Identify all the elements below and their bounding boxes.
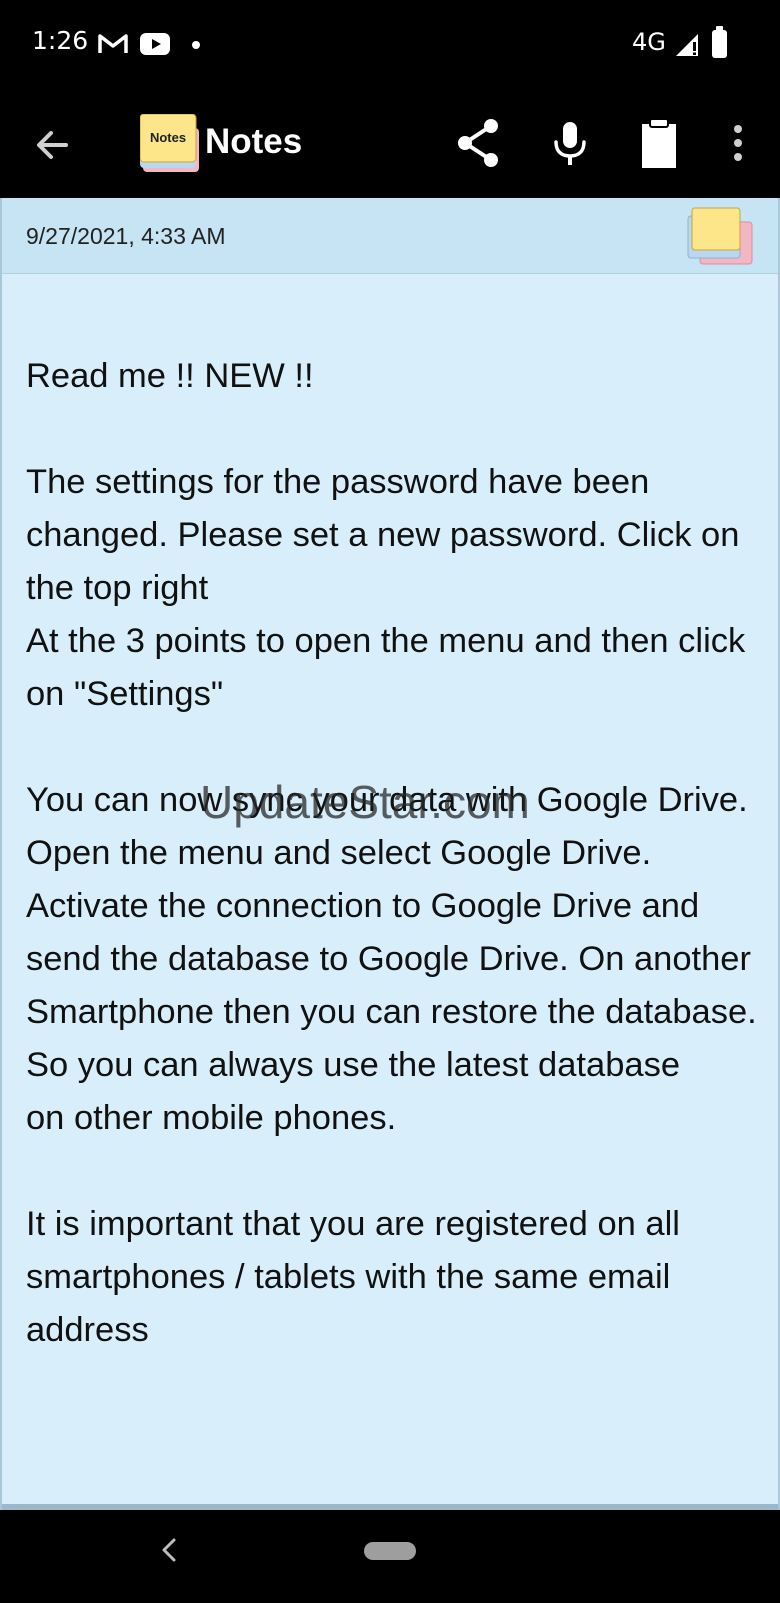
network-type: 4G bbox=[632, 28, 666, 56]
app-title: Notes bbox=[205, 122, 303, 161]
nav-home-pill[interactable] bbox=[364, 1542, 416, 1560]
nav-back-icon[interactable] bbox=[156, 1532, 182, 1568]
note-color-icon[interactable] bbox=[682, 206, 756, 268]
more-vert-icon[interactable] bbox=[718, 114, 758, 172]
back-arrow-icon[interactable] bbox=[24, 116, 82, 174]
app-bar: Notes Notes bbox=[0, 92, 780, 198]
note-card: 9/27/2021, 4:33 AM Read me !! NEW !! The… bbox=[0, 198, 780, 1510]
navigation-bar bbox=[0, 1510, 780, 1603]
app-logo-text: Notes bbox=[150, 130, 186, 145]
share-icon[interactable] bbox=[450, 114, 508, 172]
note-date: 9/27/2021, 4:33 AM bbox=[26, 223, 226, 249]
dot-icon bbox=[192, 41, 200, 49]
status-bar: 1:26 4G bbox=[0, 0, 780, 92]
battery-icon bbox=[712, 26, 727, 58]
note-header: 9/27/2021, 4:33 AM bbox=[2, 198, 778, 274]
signal-icon bbox=[676, 34, 698, 56]
note-body[interactable]: Read me !! NEW !! The settings for the p… bbox=[26, 350, 766, 1482]
status-time: 1:26 bbox=[32, 26, 89, 55]
mic-icon[interactable] bbox=[541, 114, 599, 172]
clipboard-icon[interactable] bbox=[630, 114, 688, 172]
youtube-icon bbox=[140, 33, 170, 55]
app-logo-icon: Notes bbox=[140, 114, 199, 172]
gmail-icon bbox=[98, 34, 128, 53]
